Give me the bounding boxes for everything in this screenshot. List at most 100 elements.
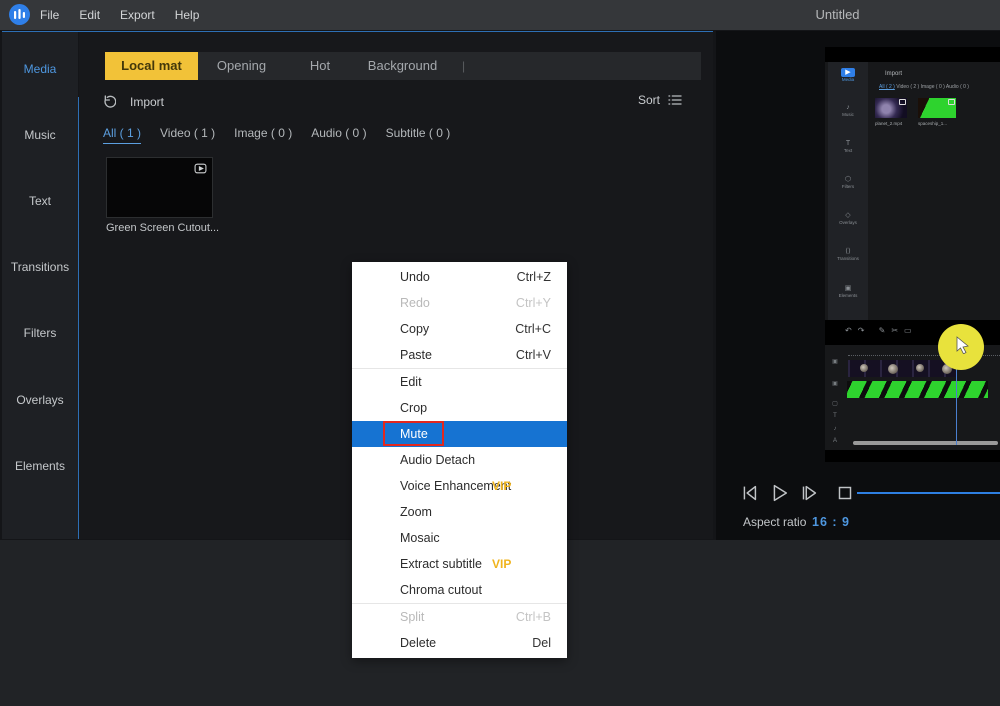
next-frame-button[interactable] xyxy=(798,482,820,504)
menu-item-shortcut: Ctrl+B xyxy=(516,610,551,624)
menu-item-zoom[interactable]: Zoom xyxy=(352,499,567,525)
menu-item-label: Crop xyxy=(400,401,427,415)
preview-mini-track-green xyxy=(847,381,988,398)
preview-mini-track-planet xyxy=(848,360,956,377)
menu-item-split: Split Ctrl+B xyxy=(352,604,567,630)
menu-export[interactable]: Export xyxy=(120,8,155,22)
preview-mini-scrollbar xyxy=(853,441,998,445)
menu-item-shortcut: Ctrl+Y xyxy=(516,296,551,310)
sort-label: Sort xyxy=(638,93,660,107)
menu-item-label: Mute xyxy=(400,427,428,441)
vip-badge: VIP xyxy=(492,557,511,571)
play-button[interactable] xyxy=(768,482,790,504)
preview-mini-music-icon: ♪ xyxy=(828,103,868,112)
menu-item-paste[interactable]: Paste Ctrl+V xyxy=(352,342,567,368)
menu-item-extract-subtitle[interactable]: Extract subtitleVIP xyxy=(352,551,567,577)
sidebar-item-elements[interactable]: Elements xyxy=(2,457,78,475)
seek-bar[interactable] xyxy=(857,492,1000,494)
menu-item-label: Delete xyxy=(400,636,436,650)
tab-background[interactable]: Background xyxy=(355,52,450,80)
menu-file[interactable]: File xyxy=(40,8,59,22)
vip-badge: VIP xyxy=(492,479,511,493)
preview-mini-overlays-icon: ◇ xyxy=(828,211,868,220)
preview-mini-import-label: Import xyxy=(885,71,902,77)
filter-all[interactable]: All ( 1 ) xyxy=(103,126,141,144)
sidebar-item-transitions[interactable]: Transitions xyxy=(2,258,78,276)
menu-item-label: Edit xyxy=(400,375,422,389)
previous-frame-button[interactable] xyxy=(738,482,760,504)
preview-mini-track-icon: ▣ xyxy=(829,358,841,365)
filter-video[interactable]: Video ( 1 ) xyxy=(160,126,215,144)
menu-item-label: Undo xyxy=(400,270,430,284)
menu-item-copy[interactable]: Copy Ctrl+C xyxy=(352,316,567,342)
aspect-ratio-label: Aspect ratio xyxy=(743,515,806,529)
import-icon[interactable] xyxy=(100,94,116,110)
preview-mini-sidebar-transitions: ⟨⟩Transitions xyxy=(828,247,868,262)
title-bar: File Edit Export Help Untitled xyxy=(0,0,1000,30)
import-button[interactable]: Import xyxy=(130,95,164,109)
app-window: File Edit Export Help Untitled Media Music Te… xyxy=(0,0,1000,706)
sort-list-icon xyxy=(667,93,683,107)
preview-mini-sidebar-music: ♪Music xyxy=(828,103,868,118)
filter-subtitle[interactable]: Subtitle ( 0 ) xyxy=(386,126,451,144)
menu-item-undo[interactable]: Undo Ctrl+Z xyxy=(352,264,567,290)
menu-item-crop[interactable]: Crop xyxy=(352,395,567,421)
preview-mini-transitions-icon: ⟨⟩ xyxy=(828,247,868,256)
menu-item-mosaic[interactable]: Mosaic xyxy=(352,525,567,551)
category-tabs: Local matOpeningHotBackground | xyxy=(105,52,701,80)
context-menu: Undo Ctrl+Z Redo Ctrl+Y Copy Ctrl+C Paste Ctrl+… xyxy=(352,262,567,658)
tab-opening[interactable]: Opening xyxy=(198,52,285,80)
menu-item-label: Redo xyxy=(400,296,430,310)
menu-help[interactable]: Help xyxy=(175,8,200,22)
mini-moon-dot xyxy=(888,364,898,374)
menu-item-label: Copy xyxy=(400,322,429,336)
menu-item-label: Paste xyxy=(400,348,432,362)
preview-mini-track-icon: ▣ xyxy=(829,380,841,387)
menu-item-delete[interactable]: Delete Del xyxy=(352,630,567,656)
preview-mini-sidebar-media: ▶Media xyxy=(828,68,868,83)
filter-image[interactable]: Image ( 0 ) xyxy=(234,126,292,144)
tab-strip-divider: | xyxy=(462,59,465,73)
menu-edit[interactable]: Edit xyxy=(79,8,100,22)
preview-mini-overlays-label: Overlays xyxy=(828,220,868,226)
stop-button[interactable] xyxy=(834,482,856,504)
menu-bar: File Edit Export Help xyxy=(40,0,199,30)
preview-mini-media-label: Media xyxy=(828,77,868,83)
video-badge-icon xyxy=(194,163,207,174)
media-card-thumbnail[interactable] xyxy=(106,157,213,218)
preview-mini-track-icon: A xyxy=(829,438,841,444)
preview-mini-file-2: spaceship_1... xyxy=(918,121,947,126)
preview-mini-text-icon: T xyxy=(828,139,868,148)
preview-mini-sidebar xyxy=(828,62,868,320)
menu-item-shortcut: Ctrl+V xyxy=(516,348,551,362)
sidebar-item-music[interactable]: Music xyxy=(2,126,78,144)
tab-local-mat[interactable]: Local mat xyxy=(105,52,198,80)
sidebar-item-media[interactable]: Media xyxy=(2,60,78,78)
menu-item-voice-enhancement[interactable]: Voice EnhancementVIP xyxy=(352,473,567,499)
sort-button[interactable]: Sort xyxy=(638,93,683,107)
preview-mini-sidebar-text: TText xyxy=(828,139,868,154)
menu-item-shortcut: Ctrl+Z xyxy=(517,270,551,284)
menu-item-mute[interactable]: Mute xyxy=(352,421,567,447)
window-title: Untitled xyxy=(770,0,905,30)
menu-item-edit[interactable]: Edit xyxy=(352,369,567,395)
menu-item-chroma-cutout[interactable]: Chroma cutout xyxy=(352,577,567,603)
menu-item-label: Audio Detach xyxy=(400,453,475,467)
preview-mini-track-icon: ▢ xyxy=(829,400,841,407)
preview-mini-sidebar-filters: ⬡Filters xyxy=(828,175,868,190)
tab-hot[interactable]: Hot xyxy=(285,52,355,80)
filter-audio[interactable]: Audio ( 0 ) xyxy=(311,126,366,144)
sidebar-item-overlays[interactable]: Overlays xyxy=(2,391,78,409)
aspect-ratio-value: 16 : 9 xyxy=(812,515,850,529)
app-logo-icon[interactable] xyxy=(9,4,30,25)
preview-mini-sidebar-elements: ▣Elements xyxy=(828,284,868,299)
menu-item-label: Zoom xyxy=(400,505,432,519)
preview-mini-music-label: Music xyxy=(828,112,868,118)
menu-item-shortcut: Ctrl+C xyxy=(515,322,551,336)
sidebar-item-filters[interactable]: Filters xyxy=(2,324,78,342)
preview-mini-filters-label: Filters xyxy=(828,184,868,190)
menu-item-shortcut: Del xyxy=(532,636,551,650)
sidebar-item-text[interactable]: Text xyxy=(2,192,78,210)
menu-item-audio-detach[interactable]: Audio Detach xyxy=(352,447,567,473)
menu-item-label: Split xyxy=(400,610,424,624)
